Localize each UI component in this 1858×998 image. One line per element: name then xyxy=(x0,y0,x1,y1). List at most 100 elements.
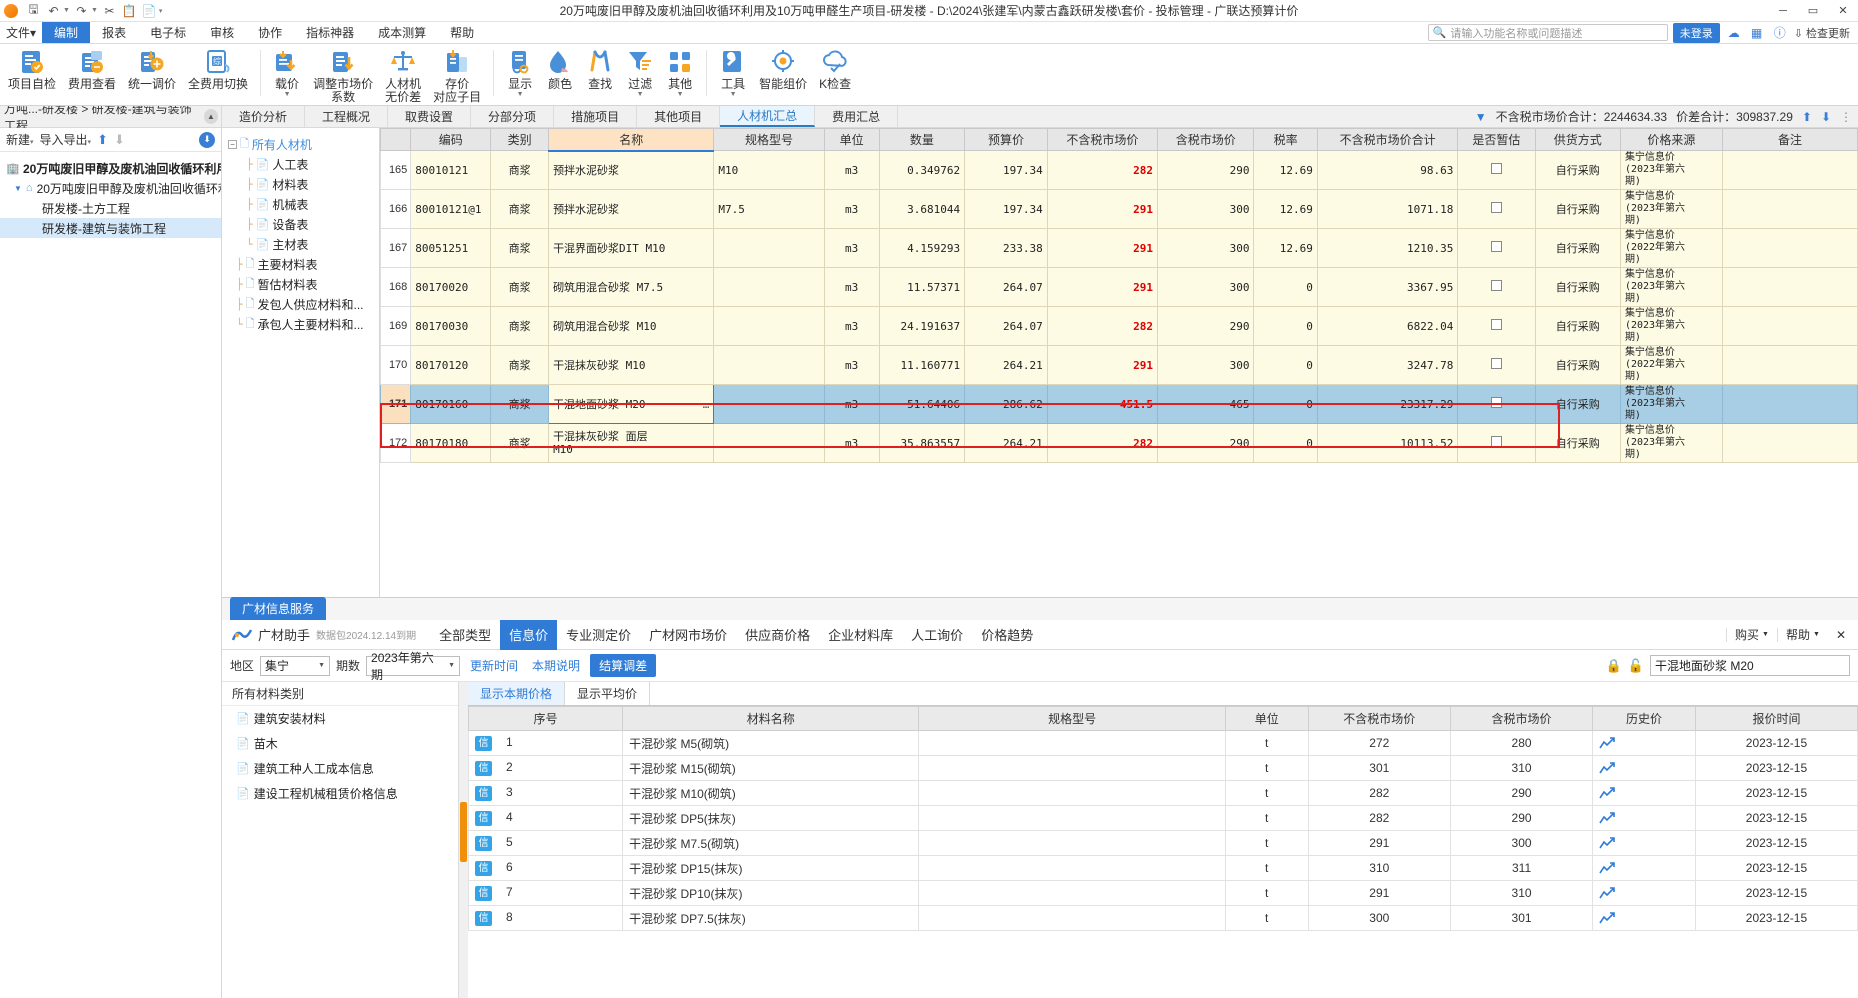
cell-spec[interactable] xyxy=(713,423,825,463)
paste-icon[interactable]: 📄 xyxy=(141,2,158,19)
gctab-professional-price[interactable]: 专业测定价 xyxy=(557,620,640,650)
mattree-material-table[interactable]: ├ 📄 材料表 xyxy=(222,174,379,194)
cell-unit[interactable]: m3 xyxy=(823,384,880,424)
cell-supply-method[interactable]: 自行采购 xyxy=(1534,267,1621,307)
cell-remark[interactable] xyxy=(1721,384,1858,424)
cell-incl-tax-price[interactable]: 300 xyxy=(1157,228,1255,268)
cell-budget-price[interactable]: 264.21 xyxy=(964,345,1048,385)
import-export-button[interactable]: 导入导出▾ xyxy=(40,131,92,148)
cell-unit[interactable]: m3 xyxy=(823,150,880,190)
col-excl-tax-total[interactable]: 不含税市场价合计 xyxy=(1316,128,1459,151)
chevron-down-icon[interactable]: ▼ xyxy=(517,91,524,99)
cut-icon[interactable]: ✂ xyxy=(101,2,118,19)
collapse-panel-button[interactable]: ▲ xyxy=(204,109,218,124)
mattree-labor-table[interactable]: ├ 📄 人工表 xyxy=(222,154,379,174)
menu-item-xiezuo[interactable]: 协作 xyxy=(246,22,294,43)
cell-budget-price[interactable]: 197.34 xyxy=(964,150,1048,190)
cell-remark[interactable] xyxy=(1721,423,1858,463)
gctab-network-market-price[interactable]: 广材网市场价 xyxy=(640,620,736,650)
col-supply-method[interactable]: 供货方式 xyxy=(1534,128,1621,151)
filter-button[interactable]: 过滤 ▼ xyxy=(620,44,660,99)
tab-zaojia-fenxi[interactable]: 造价分析 xyxy=(222,106,306,127)
cell-supply-method[interactable]: 自行采购 xyxy=(1534,150,1621,190)
cell-spec[interactable] xyxy=(713,267,825,307)
trend-icon[interactable] xyxy=(1599,761,1689,775)
mattree-contractor-materials[interactable]: └ 🗋 承包人主要材料和... xyxy=(222,314,379,334)
cell-spec[interactable] xyxy=(713,306,825,346)
cell-quantity[interactable]: 0.349762 xyxy=(878,150,966,190)
find-button[interactable]: 查找 xyxy=(580,44,620,91)
cell-unit[interactable]: m3 xyxy=(823,228,880,268)
tab-gongcheng-gaikuang[interactable]: 工程概况 xyxy=(305,106,389,127)
trend-icon[interactable] xyxy=(1599,861,1689,875)
k-check-button[interactable]: K检查 xyxy=(813,44,857,91)
gctab-info-price[interactable]: 信息价 xyxy=(500,619,558,650)
cell-excl-tax-total[interactable]: 1210.35 xyxy=(1316,228,1459,268)
cell-remark[interactable] xyxy=(1721,267,1858,307)
gctab-supplier-price[interactable]: 供应商价格 xyxy=(736,620,819,650)
cell-name[interactable]: 砌筑用混合砂浆 M7.5 xyxy=(548,267,715,307)
mattree-machine-table[interactable]: ├ 📄 机械表 xyxy=(222,194,379,214)
redo-icon[interactable]: ↷ xyxy=(73,2,90,19)
row-index[interactable]: 170 xyxy=(379,345,412,385)
cell-name[interactable]: 预拌水泥砂浆 xyxy=(548,189,715,229)
col-quantity[interactable]: 数量 xyxy=(878,128,966,151)
cell-price-source[interactable]: 集宁信息价 (2022年第六 期) xyxy=(1619,228,1723,268)
table-row[interactable]: 168 80170020 商浆 砌筑用混合砂浆 M7.5 m3 11.57371 264.0… xyxy=(379,267,1858,307)
cell-code[interactable]: 80170020 xyxy=(410,267,492,307)
panel-close-icon[interactable]: ✕ xyxy=(1828,628,1854,642)
trend-icon[interactable] xyxy=(1599,811,1689,825)
cell-name[interactable]: 干混抹灰砂浆 M10 xyxy=(548,345,715,385)
cell-quantity[interactable]: 24.191637 xyxy=(878,306,966,346)
cell-quantity[interactable]: 3.681044 xyxy=(878,189,966,229)
cloud-icon[interactable]: ☁ xyxy=(1725,26,1743,40)
checkbox[interactable] xyxy=(1490,202,1502,213)
cell-category[interactable]: 商浆 xyxy=(490,267,550,307)
col-excl-tax-market-price[interactable]: 不含税市场价 xyxy=(1046,128,1159,151)
menu-item-bianzhi[interactable]: 编制 xyxy=(42,22,91,43)
cell-price-source[interactable]: 集宁信息价 (2023年第六 期) xyxy=(1619,423,1723,463)
fee-view-button[interactable]: 费用查看 xyxy=(62,44,122,91)
help-button[interactable]: 帮助 ▼ xyxy=(1778,626,1828,643)
cell-price-source[interactable]: 集宁信息价 (2023年第六 期) xyxy=(1619,150,1723,190)
col-is-estimated[interactable]: 是否暂估 xyxy=(1457,128,1536,151)
cell-category[interactable]: 商浆 xyxy=(490,228,550,268)
cell-remark[interactable] xyxy=(1721,306,1858,346)
cell-code[interactable]: 80170120 xyxy=(410,345,492,385)
cell-category[interactable]: 商浆 xyxy=(490,150,550,190)
menu-item-dianzibiao[interactable]: 电子标 xyxy=(138,22,198,43)
project-self-check-button[interactable]: 项目自检 xyxy=(2,44,62,91)
cell-code[interactable]: 80170180 xyxy=(410,423,492,463)
table-row[interactable]: 171 80170160 商浆… 干混地面砂浆 M20 m3 51.64406 286.62… xyxy=(379,384,1858,424)
update-time-link[interactable]: 更新时间 xyxy=(466,657,522,674)
labor-material-machine-button[interactable]: 人材机 无价差 xyxy=(379,44,427,104)
cell-is-estimated[interactable] xyxy=(1457,228,1536,268)
cell-incl-tax-price[interactable]: 300 xyxy=(1157,267,1255,307)
category-item-building-materials[interactable]: 📄 建筑安装材料 xyxy=(222,706,458,731)
row-index[interactable]: 167 xyxy=(379,228,412,268)
cell-quantity[interactable]: 11.57371 xyxy=(878,267,966,307)
cell-excl-tax-total[interactable]: 98.63 xyxy=(1316,150,1459,190)
cell-category[interactable]: 商浆 xyxy=(490,384,550,424)
price-row[interactable]: 信 1 干混砂浆 M5(砌筑) t 272 280 2023-12-15 xyxy=(467,730,1858,756)
cell-editor-ellipsis-button[interactable]: … xyxy=(703,398,710,411)
col-budget-price[interactable]: 预算价 xyxy=(964,128,1048,151)
cell-category[interactable]: 商浆 xyxy=(490,306,550,346)
cell-name[interactable]: 干混界面砂浆DIT M10 xyxy=(548,228,715,268)
col-code[interactable]: 编码 xyxy=(410,128,492,151)
cell-is-estimated[interactable] xyxy=(1457,189,1536,229)
tab-rencaiji-huizong[interactable]: 人材机汇总 xyxy=(720,106,816,127)
cell-tax-rate[interactable]: 0 xyxy=(1253,345,1318,385)
unified-price-adjust-button[interactable]: 统一调价 xyxy=(122,44,182,91)
mattree-all-resources[interactable]: − 🗋 所有人材机 xyxy=(222,134,379,154)
col-remark[interactable]: 备注 xyxy=(1721,128,1858,151)
col-price-source[interactable]: 价格来源 xyxy=(1619,128,1723,151)
grid-apps-icon[interactable]: ▦ xyxy=(1748,26,1766,40)
cell-quantity[interactable]: 35.863557 xyxy=(878,423,966,463)
tab-qita-xiangmu[interactable]: 其他项目 xyxy=(637,106,721,127)
cell-price-source[interactable]: 集宁信息价 (2023年第六 期) xyxy=(1619,267,1723,307)
new-button[interactable]: 新建▾ xyxy=(6,131,34,148)
cell-code[interactable]: 80170160 xyxy=(410,384,492,424)
chevron-down-icon[interactable]: ▼ xyxy=(730,91,737,99)
cell-category[interactable]: 商浆 xyxy=(490,423,550,463)
